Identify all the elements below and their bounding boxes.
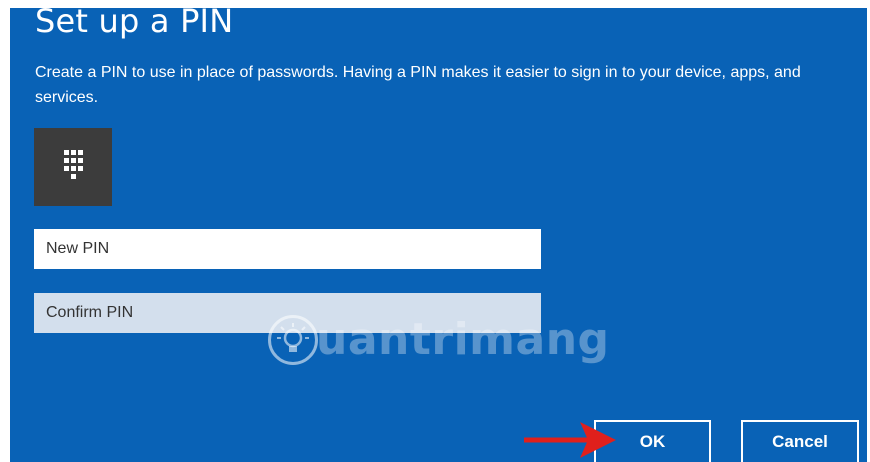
new-pin-input[interactable] bbox=[34, 229, 541, 269]
cancel-button[interactable]: Cancel bbox=[741, 420, 859, 462]
dialog-title: Set up a PIN bbox=[35, 8, 234, 40]
pin-setup-dialog: Set up a PIN Create a PIN to use in plac… bbox=[10, 8, 867, 462]
dialog-description: Create a PIN to use in place of password… bbox=[35, 64, 801, 106]
confirm-pin-input[interactable] bbox=[34, 293, 541, 333]
red-arrow-icon bbox=[524, 422, 616, 458]
numeric-keypad-icon bbox=[34, 128, 112, 206]
